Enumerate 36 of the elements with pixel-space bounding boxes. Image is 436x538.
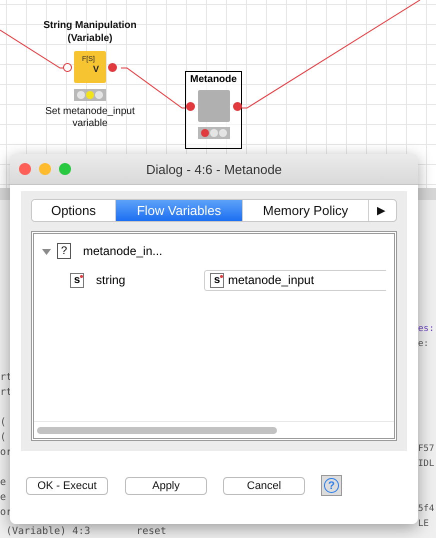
tree-item[interactable]: metanode_in... <box>83 244 162 258</box>
console-text: e <box>0 477 6 488</box>
close-icon[interactable] <box>19 163 31 175</box>
type-icon: ? <box>57 243 71 259</box>
console-text: ( <box>0 432 6 443</box>
metanode-frame[interactable]: Metanode <box>185 71 242 149</box>
variable-name: string <box>96 273 126 287</box>
console-text: es: <box>418 324 434 334</box>
connection-line <box>120 68 188 108</box>
console-text: IDL <box>418 459 434 469</box>
input-port[interactable] <box>186 102 194 110</box>
window-title: Dialog - 4:6 - Metanode <box>146 162 282 176</box>
node-title: Metanode <box>190 74 237 85</box>
variable-dropdown[interactable]: s metanode_input <box>204 270 386 290</box>
console-text: e <box>0 492 6 503</box>
input-port[interactable] <box>63 62 72 72</box>
expand-icon[interactable] <box>42 246 51 256</box>
scrollbar-thumb[interactable] <box>37 426 277 434</box>
console-text: (Variable) 4:3 <box>6 526 90 538</box>
metanode-icon[interactable] <box>198 90 230 122</box>
tab[interactable]: Flow Variables <box>116 200 243 221</box>
dialog-button[interactable]: Cancel <box>223 476 305 494</box>
console-text: LE <box>418 519 429 529</box>
console-text: F57 <box>418 444 434 454</box>
dialog-button[interactable]: Apply <box>125 476 207 494</box>
dialog-button[interactable]: OK - Execut <box>26 476 108 494</box>
string-type-icon: s <box>70 272 84 288</box>
output-port[interactable] <box>232 102 242 110</box>
console-text: reset <box>136 526 166 538</box>
node-title: String Manipulation (Variable) <box>42 19 138 45</box>
console-text: 5f4 <box>418 504 434 514</box>
console-text: e: <box>418 339 429 349</box>
tab[interactable]: Options <box>32 200 116 221</box>
console-text: ( <box>0 417 6 428</box>
node-caption: Set metanode_input variable <box>44 106 136 130</box>
maximize-icon[interactable] <box>59 163 71 175</box>
